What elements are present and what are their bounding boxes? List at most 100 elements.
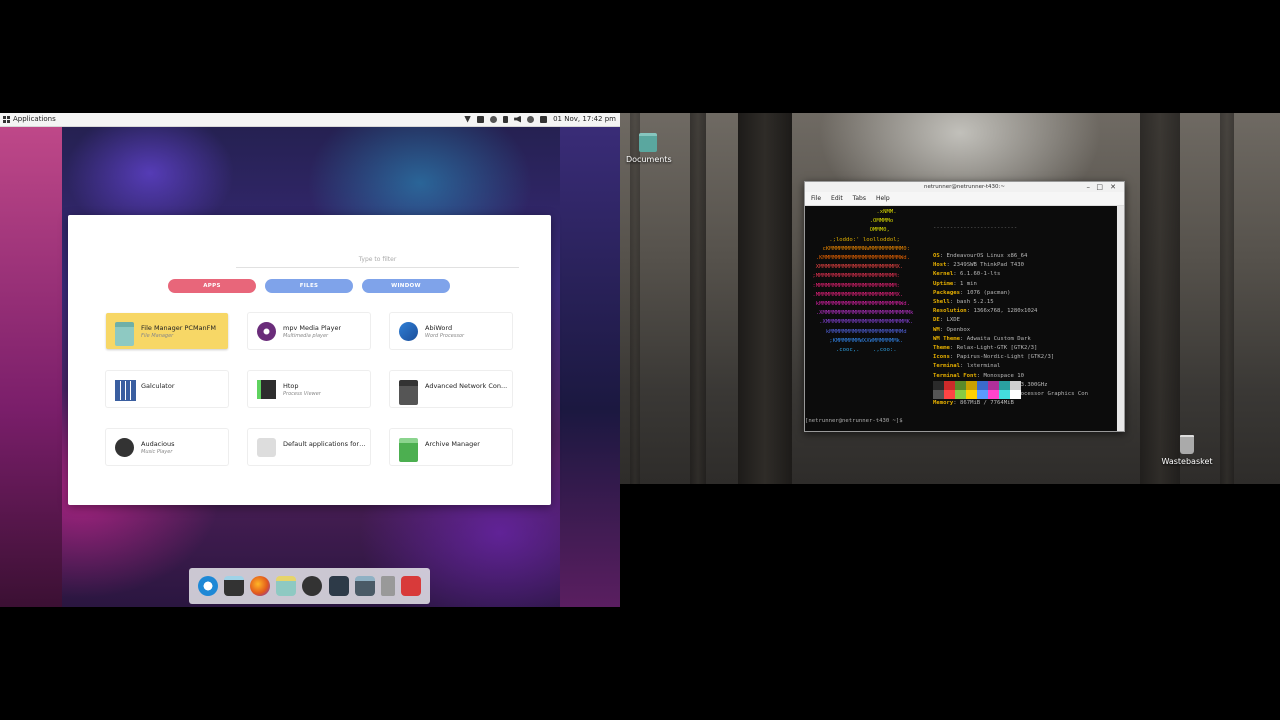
menu-edit[interactable]: Edit <box>831 195 843 202</box>
info-value: Adwaita Custom Dark <box>966 335 1031 342</box>
app-category: File Manager <box>141 333 174 339</box>
info-colon: : <box>976 372 984 379</box>
tree-trunk <box>630 113 640 484</box>
info-key: Memory <box>933 400 954 407</box>
shell-prompt[interactable]: [netrunner@netrunner-t430 ~]$ <box>805 418 906 424</box>
settings-icon[interactable] <box>354 576 375 596</box>
archive-icon <box>399 438 418 462</box>
mpv-icon <box>257 322 276 341</box>
app-name: Audacious <box>141 440 175 448</box>
app-tile[interactable]: Archive Manager <box>390 429 512 465</box>
file-manager-icon[interactable] <box>276 576 297 596</box>
app-tile[interactable]: mpv Media Player Multimedia player <box>248 313 370 349</box>
audacious-icon <box>115 438 134 457</box>
battery-icon[interactable] <box>503 115 509 123</box>
info-separator: ------------------------- <box>933 225 1018 232</box>
info-key: WM <box>933 326 940 333</box>
app-tile[interactable]: Advanced Network Con... <box>390 371 512 407</box>
app-category: Music Player <box>141 449 173 455</box>
app-tile[interactable]: Default applications for ... <box>248 429 370 465</box>
wifi-icon[interactable] <box>464 115 472 123</box>
documents-desktop-icon[interactable]: Documents <box>626 133 672 164</box>
logo-line: .KMMMMMMMMMMMMMMMMMMMMMMMWd. <box>809 255 911 262</box>
logo-line: .XMMMMMMMMMMMMMMMMMMMMMMMMMMk <box>809 310 914 317</box>
trash-icon <box>1180 435 1194 454</box>
tab-files[interactable]: FILES <box>265 279 353 293</box>
tab-window[interactable]: WINDOW <box>362 279 450 293</box>
app-tile[interactable]: Htop Process Viewer <box>248 371 370 407</box>
info-row: Packages: 1076 (pacman) <box>933 289 1088 298</box>
info-key: Icons <box>933 354 950 361</box>
info-value: 6.1.60-1-lts <box>959 271 1001 278</box>
app-name: Galculator <box>141 382 175 390</box>
logo-line: .;loddo:' loolloddol; <box>809 236 900 243</box>
info-key: Terminal Font <box>933 372 977 379</box>
color-swatch <box>977 381 988 390</box>
app-name: File Manager PCManFM <box>141 324 217 332</box>
info-colon: : <box>953 280 960 287</box>
tree-trunk <box>690 113 706 484</box>
color-swatch <box>955 390 966 399</box>
info-key: DE <box>933 317 940 324</box>
info-row: Terminal: lxterminal <box>933 362 1088 371</box>
trash-icon[interactable] <box>380 576 395 596</box>
firefox-icon[interactable] <box>250 576 271 596</box>
color-swatches <box>933 381 1021 399</box>
info-value: 1366x768, 1280x1024 <box>973 308 1038 315</box>
screenshot-icon[interactable] <box>400 576 421 596</box>
menu-help[interactable]: Help <box>876 195 890 202</box>
wastebasket-label: Wastebasket <box>1161 457 1213 466</box>
logo-line: cKMMMMMMMMMMNWMMMMMMMMMM0: <box>809 245 911 252</box>
logo-line: OMMM0, <box>809 227 890 234</box>
color-swatch <box>966 390 977 399</box>
color-swatch <box>944 381 955 390</box>
tab-apps[interactable]: APPS <box>168 279 256 293</box>
screen-record-icon[interactable] <box>540 115 548 123</box>
info-value: lxterminal <box>966 363 1001 370</box>
terminal-scrollbar[interactable] <box>1117 206 1124 431</box>
volume-icon[interactable] <box>514 115 522 123</box>
info-key: Packages <box>933 289 960 296</box>
system-info: ------------------------- OS: EndeavourO… <box>933 206 1088 408</box>
network-tray-icon[interactable] <box>477 115 485 123</box>
color-swatch <box>1010 390 1021 399</box>
menu-file[interactable]: File <box>811 195 821 202</box>
terminal-titlebar[interactable]: netrunner@netrunner-t430:~ – □ ✕ <box>805 182 1124 192</box>
minimize-icon[interactable]: – <box>1087 183 1091 191</box>
power-icon[interactable] <box>527 115 535 123</box>
info-colon: : <box>939 326 947 333</box>
clock[interactable]: 01 Nov, 17:42 pm <box>553 115 616 123</box>
app-tile[interactable]: File Manager PCManFM File Manager <box>106 313 228 349</box>
close-icon[interactable]: ✕ <box>1110 183 1116 191</box>
info-key: Theme <box>933 345 950 352</box>
info-colon: : <box>949 299 957 306</box>
app-tile[interactable]: Galculator <box>106 371 228 407</box>
filter-input[interactable]: Type to filter <box>236 255 519 268</box>
info-row: Terminal Font: Monospace 10 <box>933 372 1088 381</box>
tree-trunk <box>1220 113 1234 484</box>
console-icon[interactable] <box>328 576 349 596</box>
wallpaper-left <box>0 113 62 607</box>
maximize-icon[interactable]: □ <box>1096 183 1103 191</box>
color-swatch <box>1010 381 1021 390</box>
terminal-icon[interactable] <box>224 576 245 596</box>
folder-icon <box>639 133 657 152</box>
info-key: Resolution <box>933 308 967 315</box>
audacious-icon[interactable] <box>302 576 323 596</box>
search-icon[interactable] <box>198 576 219 596</box>
applications-menu-button[interactable]: Applications <box>3 115 56 123</box>
top-panel: Applications 01 Nov, 17:42 pm <box>0 113 620 127</box>
app-tile[interactable]: Audacious Music Player <box>106 429 228 465</box>
default-apps-icon <box>257 438 276 457</box>
terminal-output[interactable]: .xNMM. .OMMMMo OMMM0, .;loddo:' loollodd… <box>805 206 1116 431</box>
bluetooth-icon[interactable] <box>490 115 498 123</box>
app-name: mpv Media Player <box>283 324 342 332</box>
menu-tabs[interactable]: Tabs <box>853 195 866 202</box>
terminal-window: netrunner@netrunner-t430:~ – □ ✕ File Ed… <box>804 181 1125 432</box>
color-swatch <box>944 390 955 399</box>
app-tile[interactable]: AbiWord Word Processor <box>390 313 512 349</box>
color-swatch <box>955 381 966 390</box>
wastebasket-desktop-icon[interactable]: Wastebasket <box>1160 435 1214 466</box>
info-row: Memory: 867MiB / 7764MiB <box>933 399 1088 408</box>
info-colon: : <box>959 289 967 296</box>
